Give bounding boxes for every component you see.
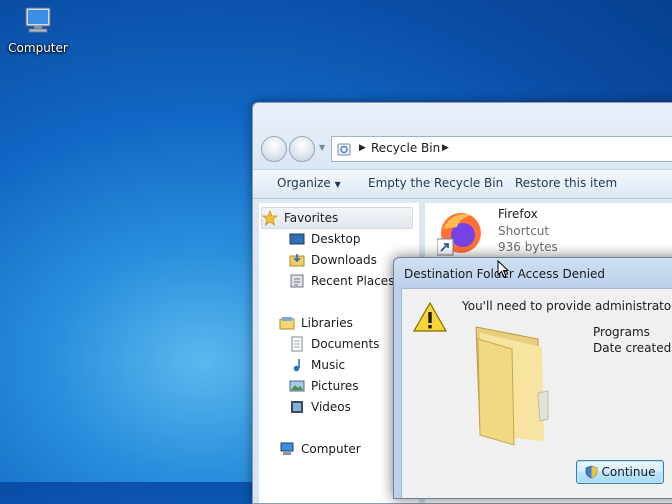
nav-item-desktop[interactable]: Desktop: [289, 229, 361, 249]
breadcrumb-arrow-icon[interactable]: ▶: [442, 143, 449, 153]
forward-button[interactable]: [289, 136, 315, 162]
nav-item-computer[interactable]: Computer: [279, 439, 361, 459]
nav-item-documents[interactable]: Documents: [289, 334, 379, 354]
nav-item-music[interactable]: Music: [289, 355, 345, 375]
videos-icon: [291, 401, 303, 413]
nav-item-libraries[interactable]: Libraries: [279, 313, 353, 333]
breadcrumb-arrow-icon[interactable]: ▶: [359, 143, 366, 153]
nav-item-favorites[interactable]: Favorites: [261, 207, 413, 229]
address-location[interactable]: Recycle Bin: [371, 141, 440, 155]
empty-recycle-bin-button[interactable]: Empty the Recycle Bin: [368, 176, 503, 190]
folder-date-created: Date created: 7/: [593, 341, 672, 355]
nav-item-recent-places[interactable]: Recent Places: [289, 271, 394, 291]
chevron-down-icon: ▼: [334, 180, 341, 189]
computer-icon: [280, 442, 294, 455]
recent-pages-dropdown[interactable]: ▼: [319, 143, 325, 152]
desktop-icon: [289, 233, 305, 245]
nav-item-downloads[interactable]: Downloads: [289, 250, 377, 270]
desktop-icon-label: Computer: [8, 41, 68, 55]
mouse-cursor-icon: [497, 260, 509, 278]
music-icon: [293, 359, 300, 372]
desktop-icon-computer[interactable]: Computer: [4, 6, 72, 55]
downloads-folder-icon: [289, 254, 305, 267]
recycle-bin-icon: [337, 143, 351, 156]
access-denied-dialog: Destination Folder Access Denied You'll …: [393, 257, 672, 499]
nav-item-pictures[interactable]: Pictures: [289, 376, 359, 396]
folder-name: Programs: [593, 325, 650, 339]
file-type: Shortcut: [498, 224, 550, 238]
address-bar[interactable]: ▶ Recycle Bin ▶: [331, 136, 672, 162]
documents-icon: [291, 336, 303, 352]
warning-icon: [412, 301, 448, 332]
file-name: Firefox: [498, 207, 538, 221]
organize-button[interactable]: Organize ▼: [277, 176, 341, 190]
continue-button[interactable]: Continue: [576, 460, 664, 484]
navigation-bar: ▼ ▶ Recycle Bin ▶: [261, 135, 672, 163]
shield-icon: [585, 465, 597, 479]
back-button[interactable]: [261, 136, 287, 162]
dialog-body: You'll need to provide administrator per…: [401, 288, 672, 498]
firefox-icon: [437, 213, 481, 256]
recent-places-icon: [290, 274, 304, 288]
restore-item-button[interactable]: Restore this item: [515, 176, 617, 190]
command-bar: Organize ▼ Empty the Recycle Bin Restore…: [253, 169, 672, 199]
libraries-icon: [279, 317, 295, 330]
star-icon: [262, 210, 278, 226]
folder-icon: [475, 326, 549, 446]
nav-item-videos[interactable]: Videos: [289, 397, 351, 417]
computer-icon: [25, 7, 51, 33]
pictures-icon: [289, 380, 305, 392]
file-size: 936 bytes: [498, 240, 558, 254]
dialog-message: You'll need to provide administrator per: [462, 299, 672, 313]
file-item[interactable]: Firefox Shortcut 936 bytes: [433, 205, 633, 259]
